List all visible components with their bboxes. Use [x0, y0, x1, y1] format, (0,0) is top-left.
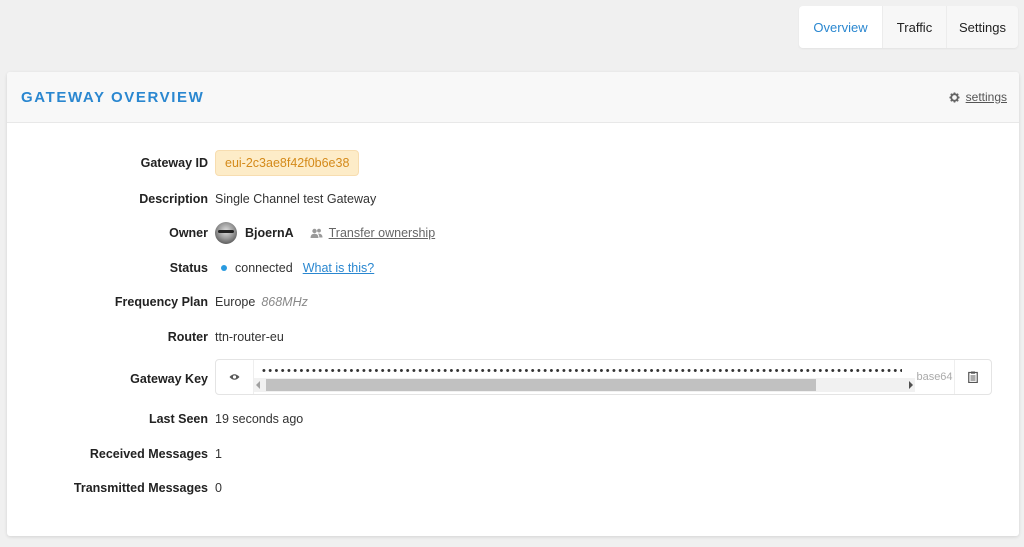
scroll-left-arrow-icon[interactable]: [256, 381, 260, 389]
status-indicator-icon: [221, 265, 227, 271]
card-title: GATEWAY OVERVIEW: [21, 88, 205, 106]
gateway-id-badge: eui-2c3ae8f42f0b6e38: [215, 150, 360, 176]
frequency-plan-region: Europe: [215, 295, 256, 309]
row-gateway-id: Gateway ID eui-2c3ae8f42f0b6e38: [7, 150, 1019, 176]
row-owner: Owner BjoernA Transfer ownership: [7, 220, 1019, 246]
description-label: Description: [139, 192, 208, 206]
frequency-plan-band: 868MHz: [261, 295, 308, 309]
row-router: Router ttn-router-eu: [7, 324, 1019, 350]
tab-settings[interactable]: Settings: [946, 6, 1018, 48]
gateway-key-field: ••••••••••••••••••••••••••••••••••••••••…: [215, 359, 992, 395]
router-value: ttn-router-eu: [215, 330, 284, 344]
what-is-this-link[interactable]: What is this?: [303, 261, 375, 275]
copy-key-button[interactable]: [955, 360, 991, 394]
row-frequency-plan: Frequency Plan Europe 868MHz: [7, 289, 1019, 315]
owner-label: Owner: [169, 226, 208, 240]
row-status: Status connected What is this?: [7, 255, 1019, 281]
last-seen-value: 19 seconds ago: [215, 412, 304, 426]
tab-traffic[interactable]: Traffic: [882, 6, 946, 48]
router-label: Router: [167, 330, 208, 344]
transmitted-messages-value: 0: [215, 481, 222, 495]
gateway-id-label: Gateway ID: [140, 156, 208, 170]
row-received-messages: Received Messages 1: [7, 441, 1019, 467]
gateway-overview-card: GATEWAY OVERVIEW settings Gateway ID eui…: [7, 72, 1019, 536]
row-transmitted-messages: Transmitted Messages 0: [7, 475, 1019, 501]
settings-link[interactable]: settings: [949, 90, 1007, 104]
users-icon: [310, 228, 323, 238]
horizontal-scrollbar[interactable]: [254, 378, 915, 392]
row-description: Description Single Channel test Gateway: [7, 186, 1019, 212]
transfer-ownership-link[interactable]: Transfer ownership: [329, 226, 436, 240]
scrollbar-thumb[interactable]: [266, 379, 816, 391]
status-label: Status: [169, 261, 208, 275]
reveal-key-button[interactable]: [216, 360, 254, 394]
status-value: connected: [235, 261, 293, 275]
received-messages-label: Received Messages: [89, 447, 208, 461]
tab-overview[interactable]: Overview: [799, 6, 882, 48]
nav-tabs: Overview Traffic Settings: [799, 6, 1018, 48]
frequency-plan-label: Frequency Plan: [114, 295, 208, 309]
card-header: GATEWAY OVERVIEW settings: [7, 72, 1019, 123]
avatar: [215, 222, 237, 244]
received-messages-value: 1: [215, 447, 222, 461]
settings-link-label[interactable]: settings: [966, 90, 1007, 104]
transmitted-messages-label: Transmitted Messages: [73, 481, 208, 495]
gateway-key-input[interactable]: ••••••••••••••••••••••••••••••••••••••••…: [254, 360, 915, 394]
last-seen-label: Last Seen: [148, 412, 208, 426]
description-value: Single Channel test Gateway: [215, 192, 377, 206]
clipboard-icon: [968, 371, 978, 383]
gear-icon: [949, 91, 960, 103]
owner-name: BjoernA: [245, 226, 294, 240]
scroll-right-arrow-icon[interactable]: [909, 381, 913, 389]
row-last-seen: Last Seen 19 seconds ago: [7, 406, 1019, 432]
eye-icon: [229, 374, 240, 380]
key-format-label: base64: [915, 360, 955, 394]
gateway-key-label: Gateway Key: [130, 372, 208, 386]
gateway-key-masked: ••••••••••••••••••••••••••••••••••••••••…: [262, 365, 902, 377]
